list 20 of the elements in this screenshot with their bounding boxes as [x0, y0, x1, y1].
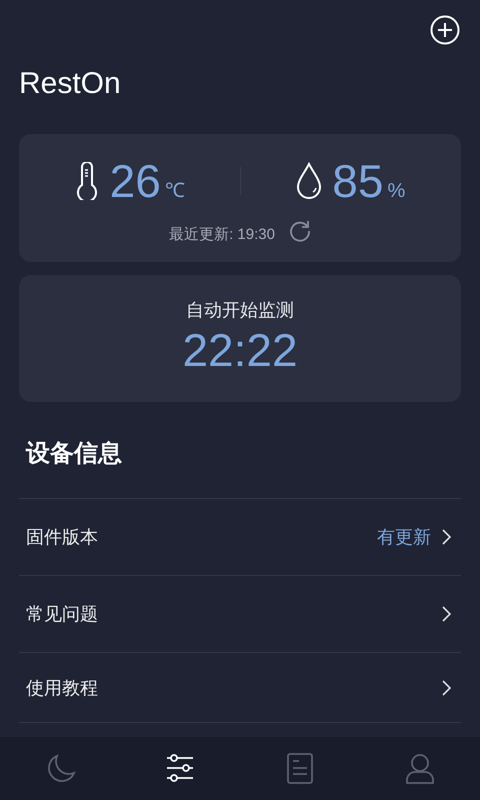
person-icon[interactable] — [403, 752, 437, 786]
list-row[interactable]: 使用教程 — [19, 652, 461, 723]
section-heading: 设备信息 — [24, 439, 123, 469]
chevron-right-icon — [441, 529, 451, 545]
humidity-unit: % — [387, 179, 406, 204]
temperature-value: 26 — [110, 156, 161, 206]
monitor-time[interactable]: 22:22 — [182, 323, 298, 377]
chevron-right-icon — [441, 606, 451, 622]
update-status-text: 有更新 — [377, 526, 431, 549]
refresh-icon[interactable] — [288, 220, 311, 242]
app-title: RestOn — [19, 66, 121, 102]
list-row[interactable]: 常见问题 — [19, 575, 461, 652]
humidity-value: 85 — [332, 156, 384, 206]
water-drop-icon — [296, 162, 322, 200]
last-update-text: 最近更新: 19:30 — [169, 224, 275, 244]
chevron-right-icon — [441, 680, 451, 696]
list-row[interactable]: 固件版本 有更新 — [19, 498, 461, 575]
add-icon[interactable] — [430, 15, 460, 45]
temperature-unit: ℃ — [164, 179, 185, 204]
monitor-label: 自动开始监测 — [186, 299, 294, 322]
